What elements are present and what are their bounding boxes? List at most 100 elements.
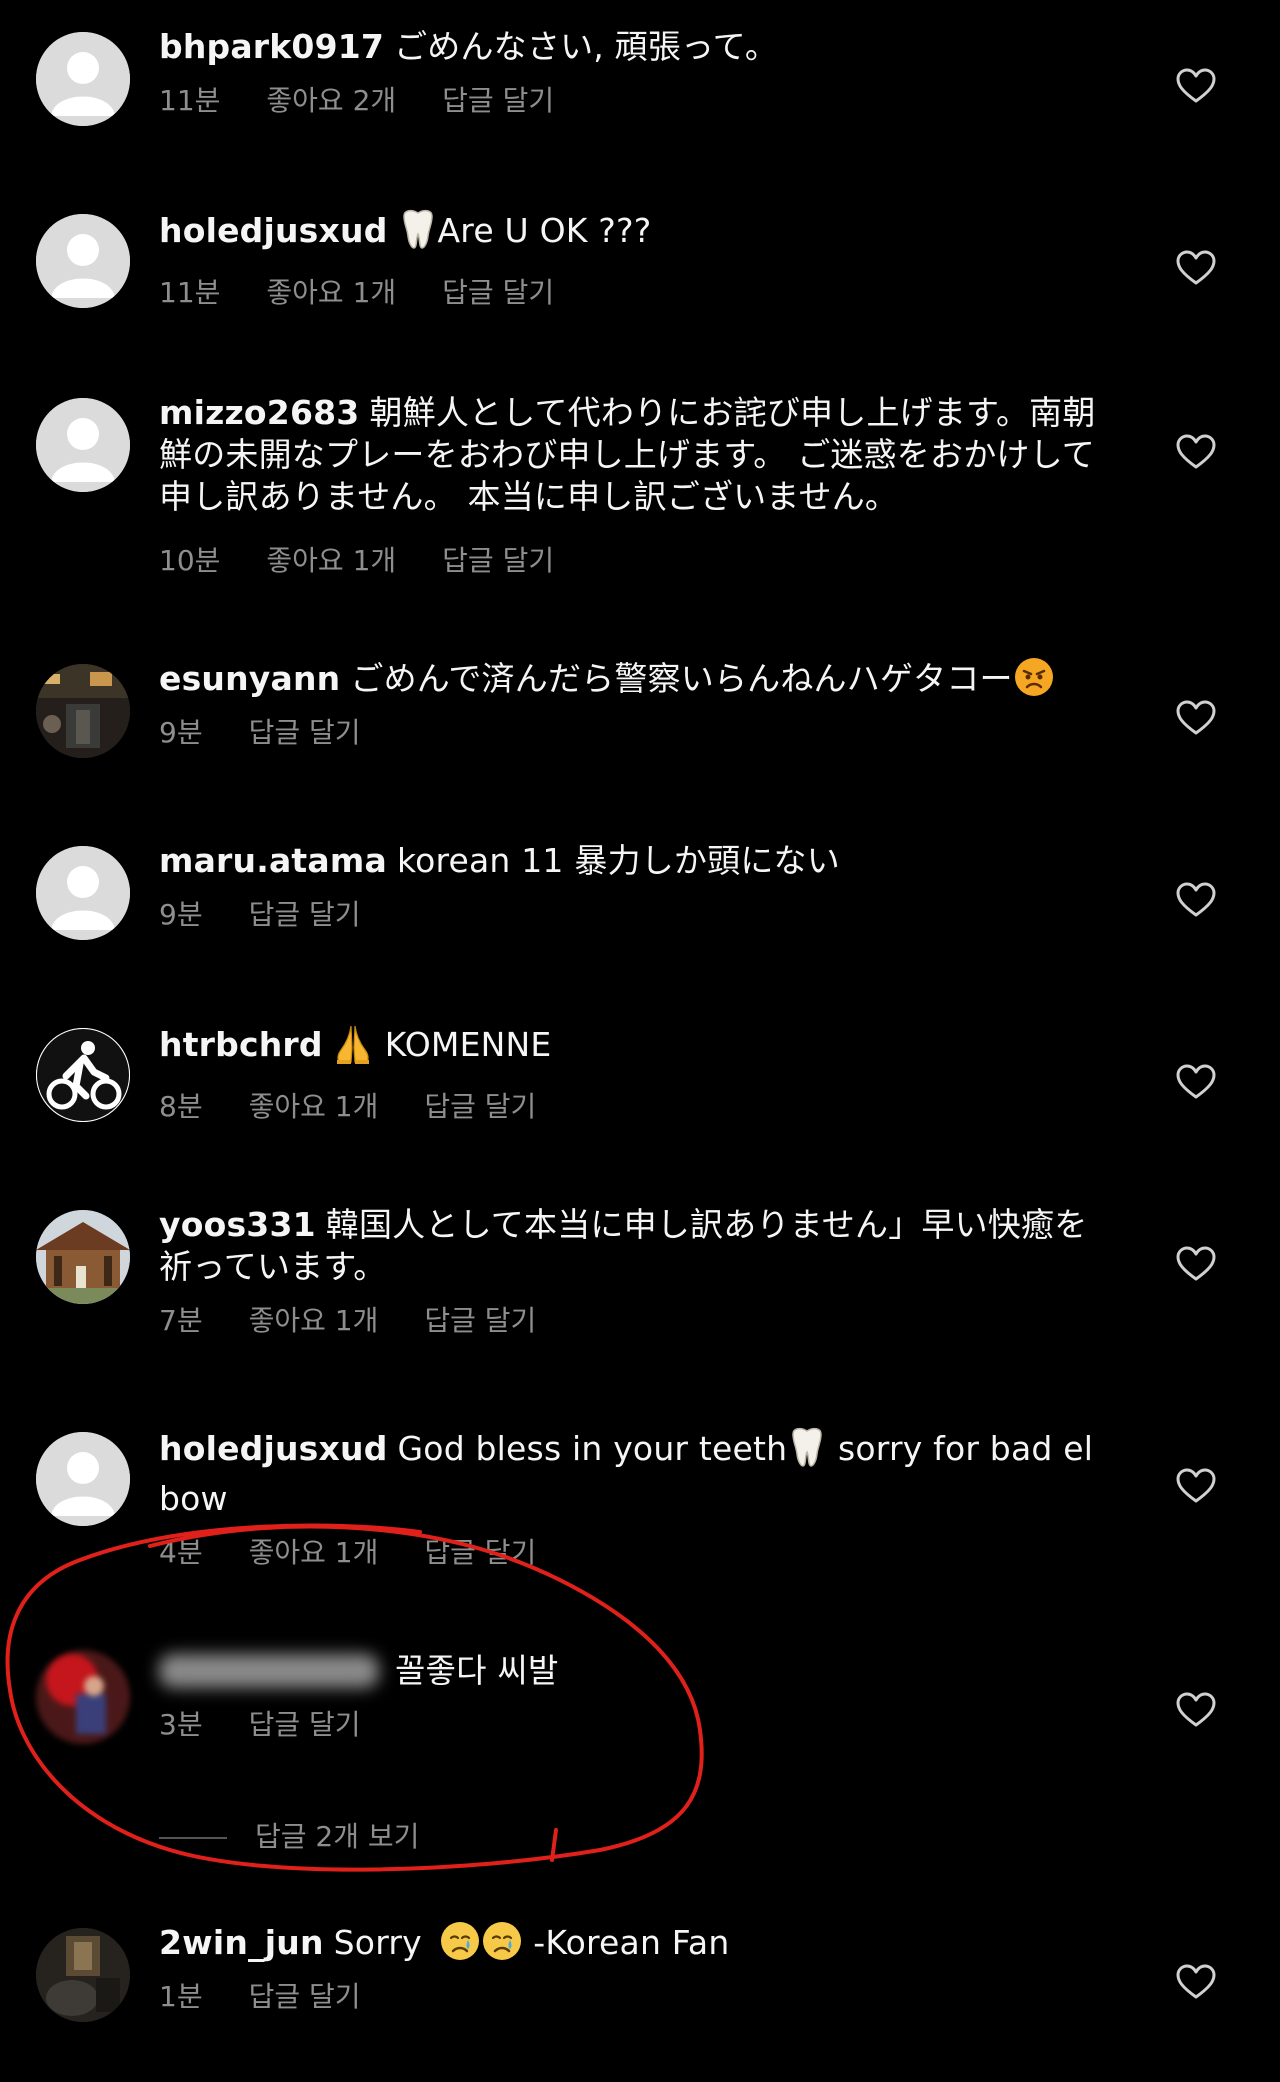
comment-text-after: -Korean Fan: [522, 1923, 730, 1962]
avatar[interactable]: [36, 1928, 130, 2022]
avatar[interactable]: [36, 214, 130, 308]
comment-meta: 11분 좋아요 1개 답글 달기: [159, 276, 1109, 310]
comment-username[interactable]: htrbchrd: [159, 1025, 323, 1064]
comment-text: ごめんなさい, 頑張って。: [394, 27, 779, 66]
comment-time: 9분: [159, 716, 203, 749]
comment-time: 11분: [159, 84, 221, 117]
reply-button[interactable]: 답글 달기: [424, 1304, 536, 1337]
heart-outline-icon[interactable]: [1176, 1964, 1216, 2000]
comment-likes[interactable]: 좋아요 1개: [266, 276, 396, 309]
comment-username[interactable]: yoos331: [159, 1205, 316, 1244]
reply-button[interactable]: 답글 달기: [442, 544, 554, 577]
comment-text: KOMENNE: [384, 1025, 552, 1064]
comment-body: 꼴좋다 씨발: [159, 1650, 1109, 1692]
reply-button[interactable]: 답글 달기: [442, 276, 554, 309]
comment-likes[interactable]: 좋아요 1개: [249, 1536, 379, 1569]
heart-outline-icon[interactable]: [1176, 1468, 1216, 1504]
heart-outline-icon[interactable]: [1176, 700, 1216, 736]
heart-outline-icon[interactable]: [1176, 434, 1216, 470]
heart-outline-icon[interactable]: [1176, 1064, 1216, 1100]
avatar[interactable]: [36, 1210, 130, 1304]
comment-username[interactable]: esunyann: [159, 659, 340, 698]
folded-hands-icon: [333, 1022, 373, 1074]
reply-button[interactable]: 답글 달기: [424, 1536, 536, 1569]
comment-body: htrbchrd KOMENNE: [159, 1022, 1109, 1074]
comment-content: holedjusxud God bless in your teeth sorry…: [159, 1426, 1109, 1570]
comment-text: Are U OK ???: [437, 211, 652, 250]
comment-likes[interactable]: 좋아요 2개: [266, 84, 396, 117]
avatar[interactable]: [36, 32, 130, 126]
comment-content: 꼴좋다 씨발 3분 답글 달기: [159, 1650, 1109, 1742]
comment-text: 꼴좋다 씨발: [395, 1651, 559, 1690]
comment-meta: 9분 답글 달기: [159, 716, 1109, 750]
comment-text: Sorry: [333, 1923, 422, 1962]
comments-list: bhpark0917 ごめんなさい, 頑張って。 11분 좋아요 2개 답글 달기 h…: [0, 0, 1280, 2082]
angry-face-icon: [1014, 658, 1053, 696]
comment-body: 2win_jun Sorry -Korean Fan: [159, 1922, 1109, 1964]
crying-face-icon: [440, 1922, 479, 1960]
comment-content: holedjusxud Are U OK ??? 11분 좋아요 1개 답글 달기: [159, 208, 1109, 310]
comment-time: 9분: [159, 898, 203, 931]
reply-button[interactable]: 답글 달기: [249, 898, 361, 931]
comment-time: 4분: [159, 1536, 203, 1569]
reply-button[interactable]: 답글 달기: [442, 84, 554, 117]
replies-divider: [159, 1837, 227, 1839]
comment-username[interactable]: mizzo2683: [159, 393, 359, 432]
comment-content: esunyann ごめんで済んだら警察いらんねんハゲタコー 9분 답글 달기: [159, 658, 1109, 750]
comment-content: maru.atama korean 11 暴力しか頭にない 9분 답글 달기: [159, 840, 1109, 932]
reply-button[interactable]: 답글 달기: [249, 1708, 361, 1741]
comment-body: bhpark0917 ごめんなさい, 頑張って。: [159, 26, 1109, 68]
avatar[interactable]: [36, 846, 130, 940]
reply-button[interactable]: 답글 달기: [249, 1980, 361, 2013]
comment-time: 8분: [159, 1090, 203, 1123]
comment-meta: 9분 답글 달기: [159, 898, 1109, 932]
comment-username[interactable]: maru.atama: [159, 841, 387, 880]
comment-meta: 4분 좋아요 1개 답글 달기: [159, 1536, 1109, 1570]
comment-likes[interactable]: 좋아요 1개: [249, 1090, 379, 1123]
comment-content: bhpark0917 ごめんなさい, 頑張って。 11분 좋아요 2개 답글 달기: [159, 26, 1109, 118]
heart-outline-icon[interactable]: [1176, 68, 1216, 104]
reply-button[interactable]: 답글 달기: [249, 716, 361, 749]
comment-content: mizzo2683 朝鮮人として代わりにお詫び申し上げます。南朝鮮の未開なプレーを…: [159, 392, 1109, 578]
avatar[interactable]: [36, 1028, 130, 1122]
tooth-icon: [398, 208, 438, 260]
heart-outline-icon[interactable]: [1176, 882, 1216, 918]
comment-content: yoos331 韓国人として本当に申し訳ありません」早い快癒を祈っています。 7분…: [159, 1204, 1109, 1338]
comment-likes[interactable]: 좋아요 1개: [266, 544, 396, 577]
avatar[interactable]: [36, 1432, 130, 1526]
heart-outline-icon[interactable]: [1176, 1692, 1216, 1728]
comment-time: 11분: [159, 276, 221, 309]
avatar[interactable]: [36, 664, 130, 758]
comment-time: 1분: [159, 1980, 203, 2013]
comment-meta: 10분 좋아요 1개 답글 달기: [159, 544, 1109, 578]
crying-face-icon: [482, 1922, 521, 1960]
heart-outline-icon[interactable]: [1176, 250, 1216, 286]
avatar[interactable]: [36, 1650, 130, 1744]
comment-text: ごめんで済んだら警察いらんねんハゲタコー: [350, 659, 1013, 698]
heart-outline-icon[interactable]: [1176, 1246, 1216, 1282]
reply-button[interactable]: 답글 달기: [424, 1090, 536, 1123]
comment-meta: 11분 좋아요 2개 답글 달기: [159, 84, 1109, 118]
comment-body: maru.atama korean 11 暴力しか頭にない: [159, 840, 1109, 882]
comment-username[interactable]: holedjusxud: [159, 1429, 388, 1468]
blurred-username[interactable]: [159, 1654, 379, 1688]
tooth-icon: [787, 1426, 827, 1478]
comment-time: 3분: [159, 1708, 203, 1741]
comment-username[interactable]: holedjusxud: [159, 211, 388, 250]
comment-body: holedjusxud Are U OK ???: [159, 208, 1109, 260]
comment-content: htrbchrd KOMENNE 8분 좋아요 1개 답글 달기: [159, 1022, 1109, 1124]
avatar[interactable]: [36, 398, 130, 492]
comment-meta: 1분 답글 달기: [159, 1980, 1109, 2014]
comment-text: korean 11 暴力しか頭にない: [396, 841, 840, 880]
comment-meta: 7분 좋아요 1개 답글 달기: [159, 1304, 1109, 1338]
comment-content: 2win_jun Sorry -Korean Fan 1분 답글 달기: [159, 1922, 1109, 2014]
comment-username[interactable]: bhpark0917: [159, 27, 384, 66]
comment-time: 10분: [159, 544, 221, 577]
comment-body: yoos331 韓国人として本当に申し訳ありません」早い快癒を祈っています。: [159, 1204, 1109, 1288]
view-replies-button[interactable]: 답글 2개 보기: [159, 1820, 419, 1854]
comment-meta: 8분 좋아요 1개 답글 달기: [159, 1090, 1109, 1124]
comment-username[interactable]: 2win_jun: [159, 1923, 324, 1962]
comment-text: God bless in your teeth: [397, 1429, 788, 1468]
comment-likes[interactable]: 좋아요 1개: [249, 1304, 379, 1337]
comment-meta: 3분 답글 달기: [159, 1708, 1109, 1742]
